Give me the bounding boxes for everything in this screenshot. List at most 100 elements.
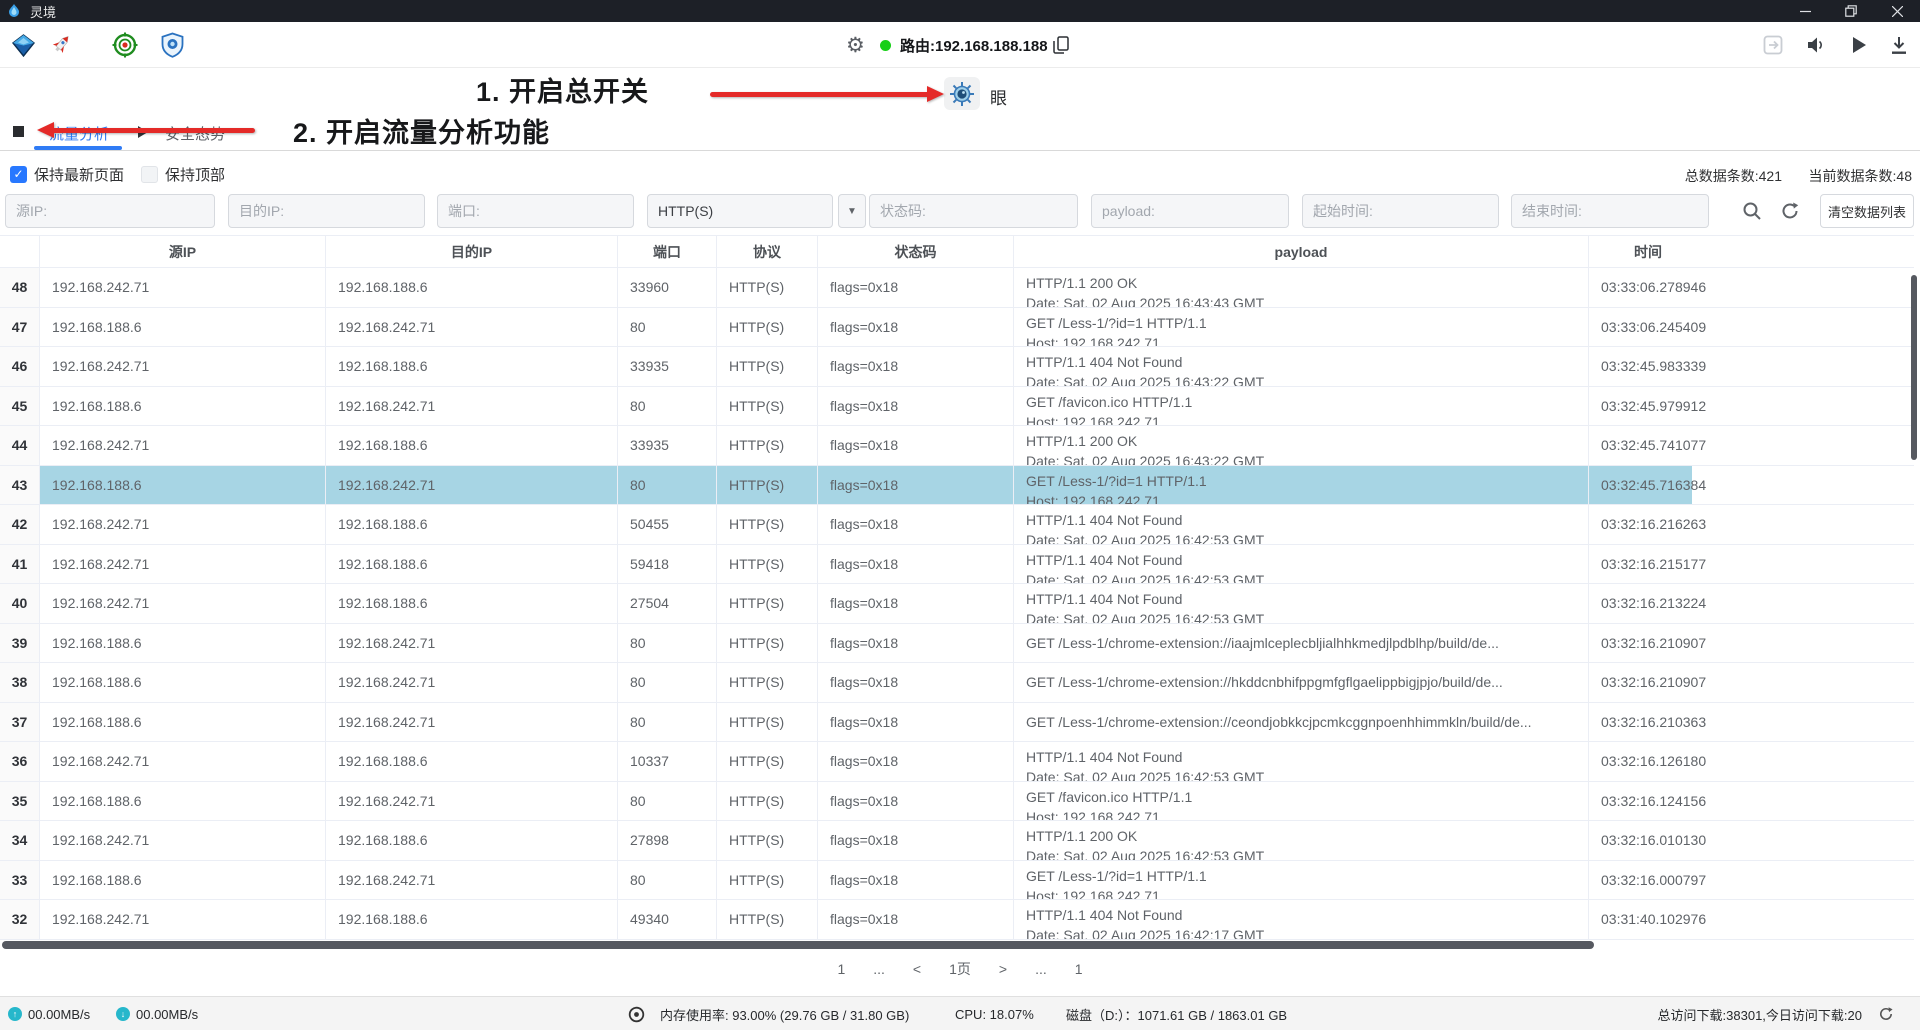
- search-icon[interactable]: [1740, 199, 1764, 223]
- close-button[interactable]: [1874, 0, 1920, 22]
- download-icon[interactable]: [1890, 22, 1908, 68]
- cell-no: 45: [0, 387, 40, 426]
- dest-ip-input[interactable]: [228, 194, 425, 228]
- cell-no: 42: [0, 505, 40, 544]
- gear-icon[interactable]: ⚙: [846, 22, 865, 68]
- table-row[interactable]: 36192.168.242.71192.168.188.610337HTTP(S…: [0, 742, 1914, 782]
- cell-proto: HTTP(S): [717, 308, 818, 347]
- pagination-item[interactable]: 1: [837, 961, 845, 977]
- protocol-select-value: HTTP(S): [658, 203, 713, 219]
- table-row[interactable]: 40192.168.242.71192.168.188.627504HTTP(S…: [0, 584, 1914, 624]
- table-row[interactable]: 47192.168.188.6192.168.242.7180HTTP(S)fl…: [0, 308, 1914, 348]
- column-header: [0, 236, 40, 267]
- cell-status: flags=0x18: [818, 663, 1014, 702]
- rocket-icon[interactable]: [48, 22, 74, 68]
- chevron-down-icon[interactable]: ▼: [838, 194, 866, 228]
- cell-no: 35: [0, 782, 40, 821]
- table-row[interactable]: 41192.168.242.71192.168.188.659418HTTP(S…: [0, 545, 1914, 585]
- shield-icon[interactable]: [160, 22, 185, 68]
- table-row[interactable]: 46192.168.242.71192.168.188.633935HTTP(S…: [0, 347, 1914, 387]
- master-switch-toggle[interactable]: [944, 77, 980, 110]
- cell-port: 33960: [618, 268, 717, 307]
- table-row[interactable]: 34192.168.242.71192.168.188.627898HTTP(S…: [0, 821, 1914, 861]
- cell-dst: 192.168.188.6: [326, 821, 618, 860]
- cell-payload: HTTP/1.1 200 OKDate: Sat, 02 Aug 2025 16…: [1014, 426, 1589, 465]
- cell-status: flags=0x18: [818, 426, 1014, 465]
- monitor-eye-icon[interactable]: [628, 997, 645, 1030]
- protocol-select[interactable]: HTTP(S): [647, 194, 833, 228]
- keep-top-option[interactable]: 保持顶部: [141, 163, 225, 185]
- target-icon[interactable]: [112, 22, 138, 68]
- cell-payload: GET /Less-1/chrome-extension://ceondjobk…: [1014, 703, 1589, 742]
- stop-icon[interactable]: [13, 126, 24, 137]
- cell-port: 49340: [618, 900, 717, 939]
- cell-proto: HTTP(S): [717, 624, 818, 663]
- table-row[interactable]: 35192.168.188.6192.168.242.7180HTTP(S)fl…: [0, 782, 1914, 822]
- checkbox-checked-icon[interactable]: ✓: [10, 166, 27, 183]
- refresh-icon[interactable]: [1778, 199, 1802, 223]
- keep-latest-option[interactable]: ✓ 保持最新页面: [10, 163, 124, 185]
- cell-port: 27898: [618, 821, 717, 860]
- gem-icon[interactable]: [10, 22, 37, 68]
- cell-payload: HTTP/1.1 404 Not FoundDate: Sat, 02 Aug …: [1014, 742, 1589, 781]
- cell-src: 192.168.242.71: [40, 347, 326, 386]
- start-time-input[interactable]: [1302, 194, 1499, 228]
- status-code-input[interactable]: [869, 194, 1078, 228]
- port-input[interactable]: [437, 194, 634, 228]
- cell-status: flags=0x18: [818, 584, 1014, 623]
- cell-status: flags=0x18: [818, 782, 1014, 821]
- table-row[interactable]: 33192.168.188.6192.168.242.7180HTTP(S)fl…: [0, 861, 1914, 901]
- cell-payload: GET /favicon.ico HTTP/1.1Host: 192.168.2…: [1014, 782, 1589, 821]
- eye-gear-icon: [949, 81, 975, 107]
- cell-time: 03:33:06.278946: [1589, 268, 1914, 307]
- pagination-item[interactable]: ...: [873, 961, 885, 977]
- payload-input[interactable]: [1091, 194, 1289, 228]
- pagination-item[interactable]: ...: [1035, 961, 1047, 977]
- pagination-item[interactable]: <: [913, 961, 921, 977]
- statusbar-refresh-icon[interactable]: [1878, 997, 1894, 1030]
- clear-data-button[interactable]: 清空数据列表: [1820, 194, 1914, 228]
- cell-time: 03:32:16.216263: [1589, 505, 1914, 544]
- table-row[interactable]: 42192.168.242.71192.168.188.650455HTTP(S…: [0, 505, 1914, 545]
- table-row[interactable]: 45192.168.188.6192.168.242.7180HTTP(S)fl…: [0, 387, 1914, 427]
- pagination-item[interactable]: 1页: [949, 959, 971, 979]
- cell-dst: 192.168.188.6: [326, 742, 618, 781]
- cell-status: flags=0x18: [818, 466, 1014, 505]
- checkbox-unchecked-icon[interactable]: [141, 166, 158, 183]
- cell-dst: 192.168.242.71: [326, 387, 618, 426]
- vertical-scrollbar[interactable]: [1911, 275, 1917, 460]
- table-row[interactable]: 43192.168.188.6192.168.242.7180HTTP(S)fl…: [0, 466, 1914, 506]
- table-row[interactable]: 38192.168.188.6192.168.242.7180HTTP(S)fl…: [0, 663, 1914, 703]
- speaker-icon[interactable]: [1806, 22, 1826, 68]
- play-icon[interactable]: [1851, 22, 1867, 68]
- table-row[interactable]: 32192.168.242.71192.168.188.649340HTTP(S…: [0, 900, 1914, 940]
- table-row[interactable]: 48192.168.242.71192.168.188.633960HTTP(S…: [0, 268, 1914, 308]
- app-window: 灵境: [0, 0, 1920, 1030]
- end-time-input[interactable]: [1511, 194, 1709, 228]
- export-icon[interactable]: [1762, 22, 1784, 68]
- table-row[interactable]: 44192.168.242.71192.168.188.633935HTTP(S…: [0, 426, 1914, 466]
- cell-payload: HTTP/1.1 404 Not FoundDate: Sat, 02 Aug …: [1014, 347, 1589, 386]
- cell-src: 192.168.242.71: [40, 584, 326, 623]
- source-ip-input[interactable]: [5, 194, 215, 228]
- window-title: 灵境: [30, 2, 56, 21]
- pagination-item[interactable]: >: [999, 961, 1007, 977]
- status-dot: [880, 22, 891, 68]
- copy-icon[interactable]: [1052, 22, 1070, 68]
- route-address: 路由:192.168.188.188: [900, 22, 1048, 68]
- table-row[interactable]: 39192.168.188.6192.168.242.7180HTTP(S)fl…: [0, 624, 1914, 664]
- minimize-button[interactable]: [1782, 0, 1828, 22]
- pagination-item[interactable]: 1: [1075, 961, 1083, 977]
- cell-no: 40: [0, 584, 40, 623]
- cell-port: 27504: [618, 584, 717, 623]
- maximize-button[interactable]: [1828, 0, 1874, 22]
- cell-dst: 192.168.242.71: [326, 703, 618, 742]
- table-row[interactable]: 37192.168.188.6192.168.242.7180HTTP(S)fl…: [0, 703, 1914, 743]
- cell-port: 33935: [618, 347, 717, 386]
- horizontal-scrollbar[interactable]: [2, 941, 1594, 949]
- annotation-step2: 2. 开启流量分析功能: [293, 111, 550, 150]
- cell-src: 192.168.188.6: [40, 624, 326, 663]
- column-header: 时间: [1589, 236, 1914, 267]
- cell-port: 80: [618, 703, 717, 742]
- download-speed-value: 00.00MB/s: [136, 1007, 198, 1022]
